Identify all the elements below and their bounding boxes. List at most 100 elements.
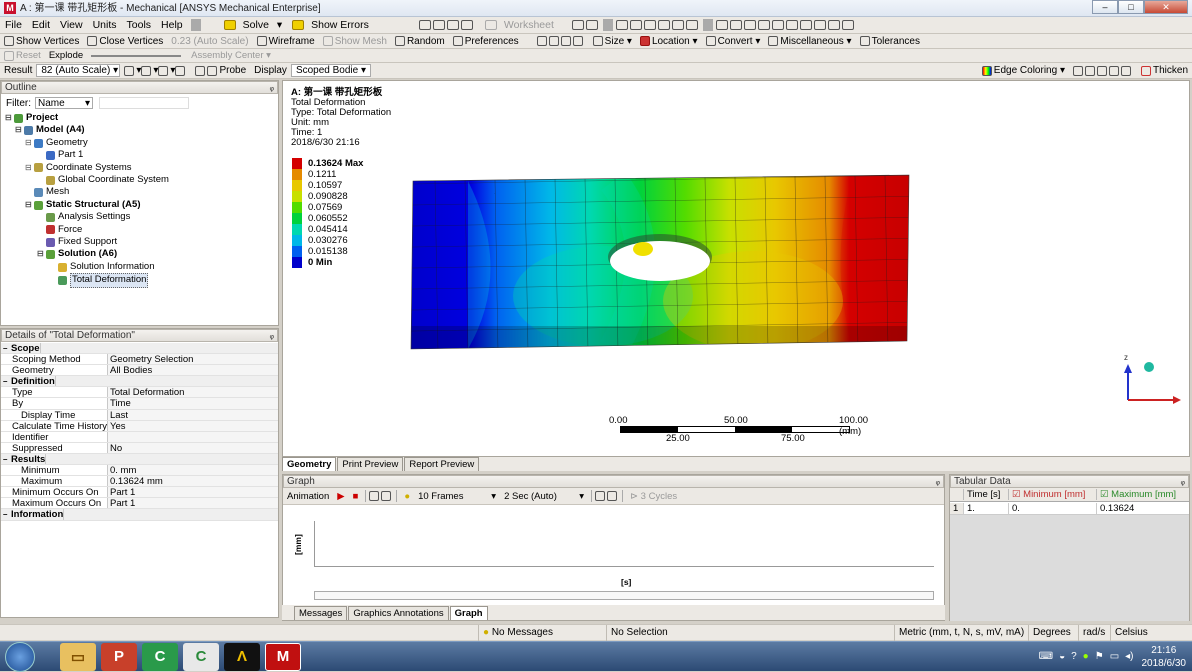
select-vertex-icon[interactable]	[629, 20, 642, 30]
size-menu[interactable]: Size ▾	[589, 34, 636, 48]
tray-network-icon[interactable]: ◒	[1059, 651, 1065, 662]
section-toggle-icon[interactable]: –	[3, 509, 7, 520]
minimize-button[interactable]: –	[1092, 0, 1118, 14]
status-messages[interactable]: ● No Messages	[478, 625, 606, 641]
details-row[interactable]: Type Total Deformation	[1, 387, 278, 399]
property-value[interactable]: All Bodies	[108, 365, 278, 376]
details-row[interactable]: Identifier	[1, 431, 278, 443]
geometry-display-icon[interactable]	[124, 65, 135, 76]
show-vertices-toggle[interactable]: Show Vertices	[0, 34, 83, 48]
tray-volume-icon[interactable]: ◂)	[1125, 651, 1133, 662]
cell-maximum[interactable]: 0.13624	[1096, 502, 1186, 514]
col-minimum[interactable]: ☑ Minimum [mm]	[1008, 489, 1096, 500]
export-video-icon[interactable]	[595, 491, 606, 501]
graph-pin-icon[interactable]: ᵩ	[936, 476, 943, 488]
tree-expander-icon[interactable]: ⊟	[25, 199, 34, 211]
property-value[interactable]: Yes	[108, 420, 278, 431]
close-button[interactable]: ✕	[1144, 0, 1188, 14]
tree-node[interactable]: ⊟ Project	[5, 112, 58, 124]
chart-icon[interactable]	[418, 20, 431, 30]
edge-coloring-dropdown[interactable]: Edge Coloring ▾	[978, 63, 1069, 78]
camtasia-recorder-icon[interactable]: C	[183, 642, 219, 671]
tree-node[interactable]: Solution Information	[49, 261, 155, 273]
details-row[interactable]: Scoping Method Geometry Selection	[1, 354, 278, 366]
col-time[interactable]: Time [s]	[963, 489, 1008, 500]
details-row[interactable]: Minimum 0. mm	[1, 465, 278, 477]
property-value[interactable]: 0.13624 mm	[108, 476, 278, 487]
rotate-icon[interactable]	[715, 20, 728, 30]
distributed-icon[interactable]	[381, 491, 392, 501]
solve-button[interactable]: Solve ▾	[204, 17, 287, 33]
edge-style-icon[interactable]	[1120, 65, 1131, 76]
status-rads[interactable]: rad/s	[1078, 625, 1110, 641]
pan-icon[interactable]	[729, 20, 742, 30]
tree-node[interactable]: Total Deformation	[49, 273, 149, 288]
col-maximum[interactable]: ☑ Maximum [mm]	[1096, 489, 1186, 500]
details-section-header[interactable]: – Definition	[1, 376, 278, 388]
wireframe-toggle[interactable]: Wireframe	[253, 34, 319, 48]
close-vertices-toggle[interactable]: Close Vertices	[83, 34, 167, 48]
powerpoint-icon[interactable]: P	[101, 642, 137, 671]
duration-dropdown[interactable]: 2 Sec (Auto) ▾	[500, 488, 588, 504]
assembly-center-dropdown[interactable]: Assembly Center ▾	[187, 49, 275, 62]
tab-report-preview[interactable]: Report Preview	[404, 457, 480, 471]
tabular-pin-icon[interactable]: ᵩ	[1181, 476, 1188, 488]
taskbar-clock[interactable]: 21:16 2018/6/30	[1142, 644, 1187, 670]
tree-node[interactable]: Fixed Support	[37, 236, 117, 248]
zoom-fit-icon[interactable]	[771, 20, 784, 30]
tab-print-preview[interactable]: Print Preview	[337, 457, 404, 471]
vertex-scale-field[interactable]: 0.23 (Auto Scale)	[167, 34, 252, 48]
menu-help[interactable]: Help	[156, 17, 188, 34]
preferences-button[interactable]: Preferences	[449, 34, 523, 48]
location-menu[interactable]: Location ▾	[636, 34, 702, 48]
graph-timeline-scroll[interactable]	[314, 591, 934, 600]
tree-node[interactable]: Analysis Settings	[37, 211, 130, 223]
property-value[interactable]: 0. mm	[108, 465, 278, 476]
reset-button[interactable]: Reset	[0, 49, 45, 62]
zoom-graph-icon[interactable]	[607, 491, 618, 501]
property-value[interactable]: Geometry Selection	[108, 354, 278, 365]
details-section-header[interactable]: – Results	[1, 453, 278, 466]
contour-icon[interactable]	[141, 65, 152, 76]
details-row[interactable]: Suppressed No	[1, 442, 278, 454]
tab-graphics-annotations[interactable]: Graphics Annotations	[348, 605, 449, 620]
frames-dropdown[interactable]: 10 Frames ▾	[414, 488, 500, 504]
tree-node[interactable]: ⊟ Coordinate Systems	[25, 162, 132, 174]
details-row[interactable]: Maximum 0.13624 mm	[1, 476, 278, 488]
cursor-icon[interactable]	[571, 20, 584, 30]
select-body-icon[interactable]	[671, 20, 684, 30]
menu-tools[interactable]: Tools	[122, 17, 157, 34]
property-value[interactable]: Time	[108, 398, 278, 409]
section-toggle-icon[interactable]: –	[3, 343, 7, 354]
bulb-icon[interactable]: ●	[400, 488, 414, 504]
edge-style-icon[interactable]	[1084, 65, 1095, 76]
random-colors-button[interactable]: Random	[391, 34, 449, 48]
edge-style-icon[interactable]	[1096, 65, 1107, 76]
menu-file[interactable]: File	[0, 17, 27, 34]
maximize-button[interactable]: □	[1118, 0, 1144, 14]
convert-menu[interactable]: Convert ▾	[702, 34, 765, 48]
tray-display-icon[interactable]: ▭	[1110, 651, 1119, 662]
stop-icon[interactable]: ■	[349, 488, 363, 504]
property-value[interactable]: Part 1	[108, 487, 278, 498]
tree-expander-icon[interactable]: ⊟	[25, 137, 34, 149]
status-units[interactable]: Metric (mm, t, N, s, mV, mA)	[894, 625, 1028, 641]
menu-view[interactable]: View	[55, 17, 88, 34]
edge-style-icon[interactable]	[1108, 65, 1119, 76]
status-celsius[interactable]: Celsius	[1110, 625, 1192, 641]
details-section-header[interactable]: – Information	[1, 509, 278, 521]
image-icon[interactable]	[460, 20, 473, 30]
details-pin-icon[interactable]: ᵩ	[270, 330, 277, 342]
tree-expander-icon[interactable]: ⊟	[37, 248, 46, 260]
select-edge-icon[interactable]	[643, 20, 656, 30]
miscellaneous-menu[interactable]: Miscellaneous ▾	[764, 34, 855, 48]
camtasia-icon[interactable]: C	[142, 642, 178, 671]
comment-icon[interactable]	[432, 20, 445, 30]
file-explorer-icon[interactable]: ▭	[60, 642, 96, 671]
eraser-icon[interactable]	[585, 20, 598, 30]
tree-node[interactable]: Part 1	[37, 149, 83, 161]
cell-time[interactable]: 1.	[963, 502, 1008, 514]
cell-minimum[interactable]: 0.	[1008, 502, 1096, 514]
edges-icon[interactable]	[158, 65, 169, 76]
property-value[interactable]	[108, 431, 278, 442]
